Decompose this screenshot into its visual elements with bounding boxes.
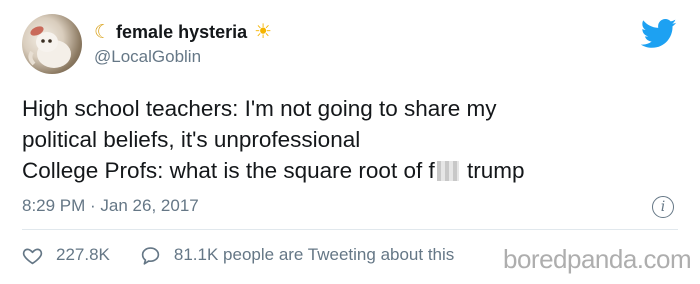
tweet-text-line: High school teachers: I'm not going to s… <box>22 96 497 121</box>
avatar[interactable] <box>22 14 82 74</box>
engagement-bar: 227.8K 81.1K people are Tweeting about t… <box>22 242 454 268</box>
tweet-text-line: College Profs: what is the square root o… <box>22 155 682 186</box>
tweet-text-segment: College Profs: what is the square root o… <box>22 158 435 183</box>
speech-bubble-icon <box>141 246 160 265</box>
conversation-count-text: 81.1K people are Tweeting about this <box>173 245 455 264</box>
censor-block <box>436 161 459 181</box>
avatar-image <box>28 26 71 68</box>
tweet-timestamp[interactable]: 8:29 PM · Jan 26, 2017 <box>22 196 199 216</box>
heart-icon <box>22 248 43 264</box>
tweet-text-line: political beliefs, it's unprofessional <box>22 127 361 152</box>
conversation-button[interactable]: 81.1K people are Tweeting about this <box>140 245 454 266</box>
author-name-row[interactable]: ☾ female hysteria ☀ <box>94 20 272 44</box>
info-icon[interactable]: i <box>652 196 674 218</box>
tweet-text: High school teachers: I'm not going to s… <box>22 93 682 186</box>
tweet-card: ☾ female hysteria ☀ @LocalGoblin High sc… <box>0 0 700 284</box>
sun-icon: ☀ <box>254 21 273 43</box>
crescent-moon-icon: ☾ <box>94 21 112 43</box>
like-count: 227.8K <box>56 245 110 264</box>
display-name[interactable]: female hysteria <box>116 22 247 43</box>
tweet-text-segment: trump <box>460 158 525 183</box>
divider <box>22 229 678 230</box>
watermark: boredpanda.com <box>503 244 692 274</box>
author-handle[interactable]: @LocalGoblin <box>94 47 201 67</box>
twitter-bird-icon[interactable] <box>641 19 677 49</box>
like-button[interactable]: 227.8K <box>22 245 110 266</box>
